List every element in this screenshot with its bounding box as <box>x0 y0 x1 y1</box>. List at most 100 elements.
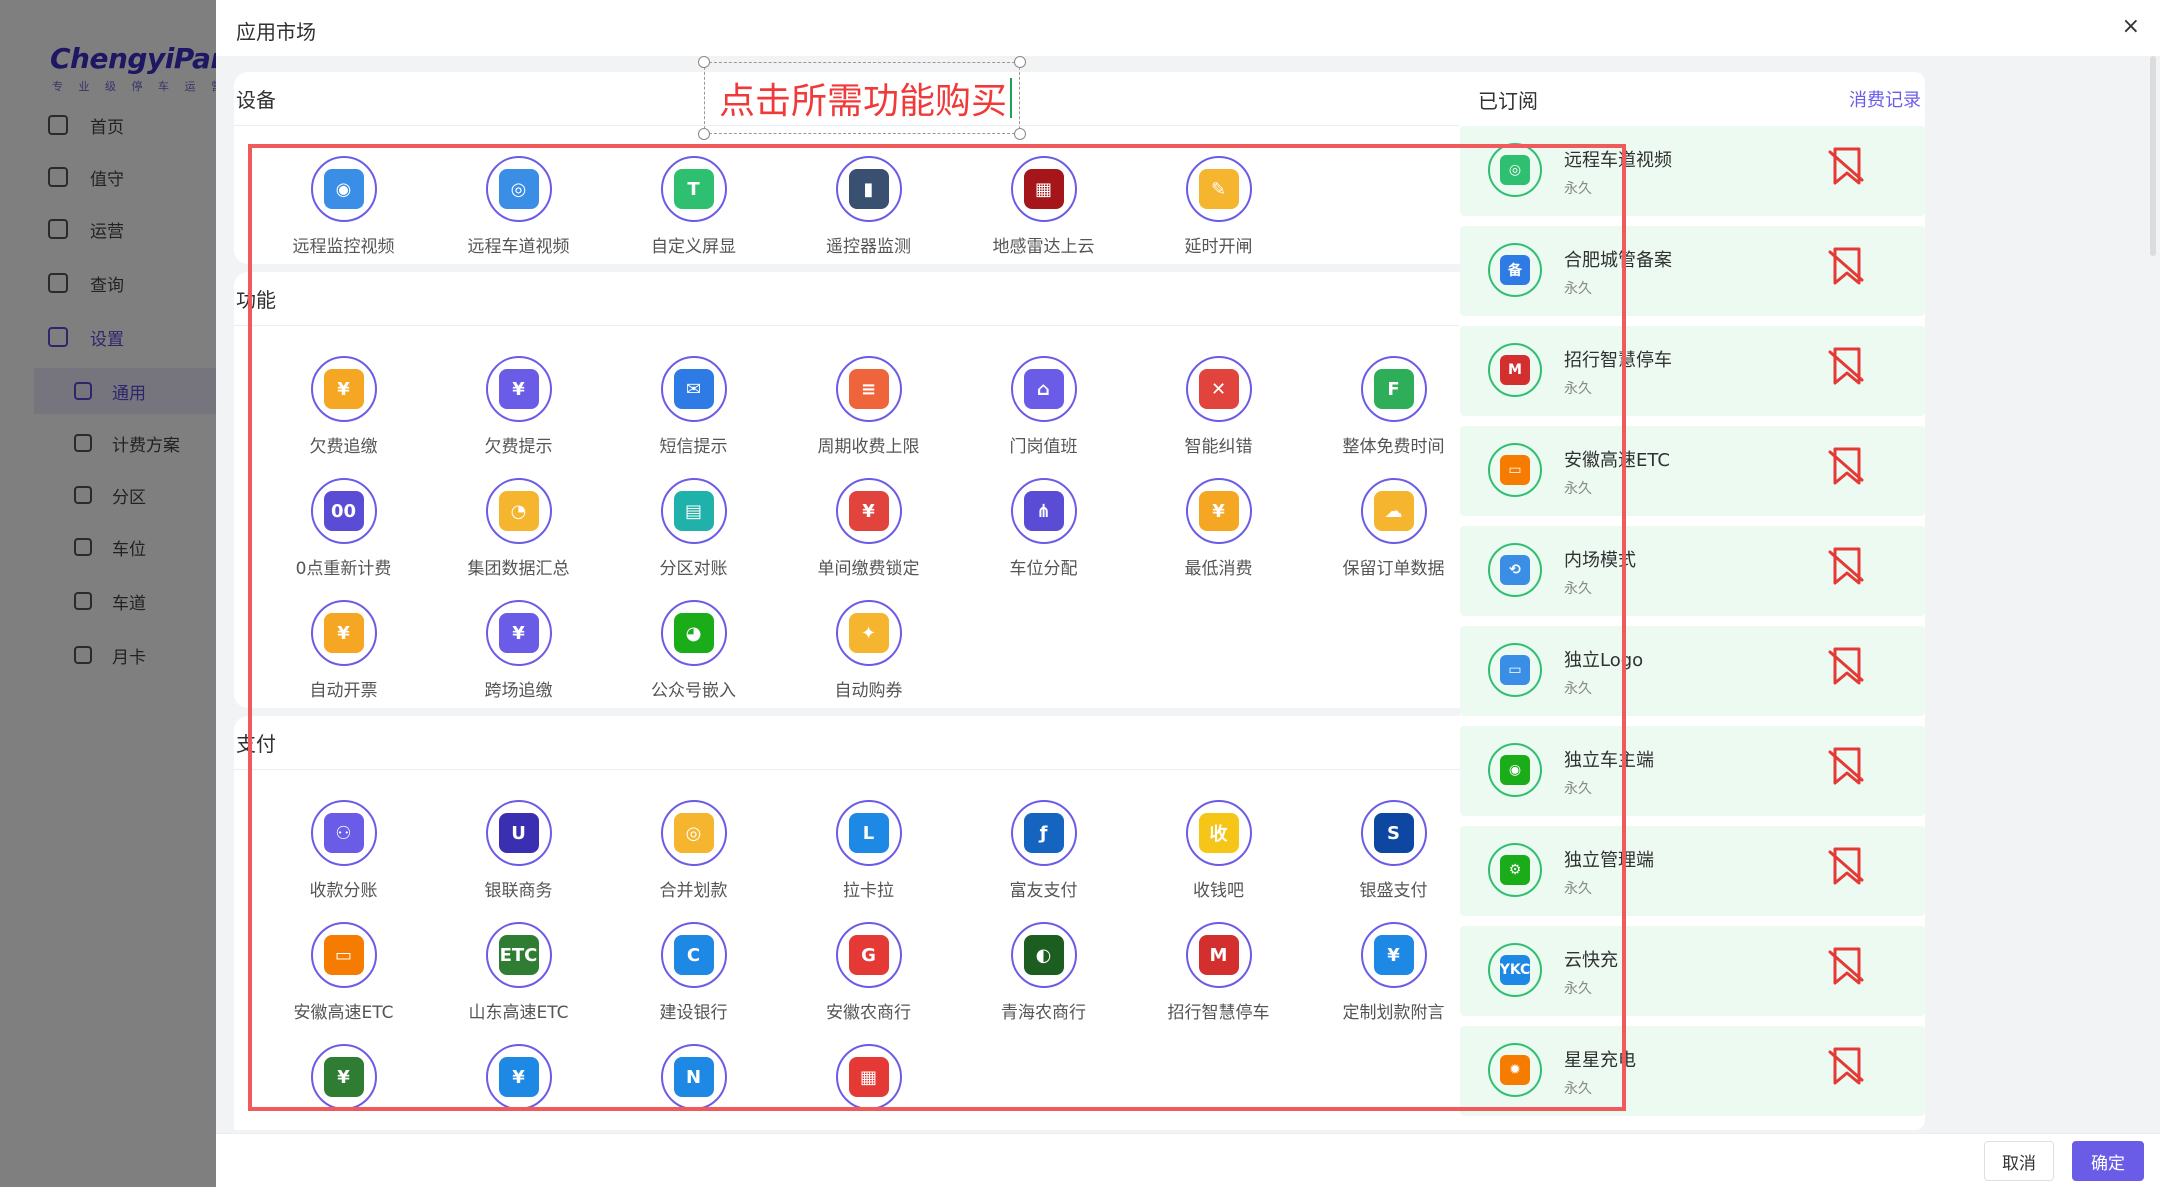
section-title: 设备 <box>236 88 276 112</box>
subscribed-term: 永久 <box>1564 281 1592 297</box>
app-item[interactable]: ¥ 欠费提示 <box>431 350 606 464</box>
unsubscribe-bookmark-icon[interactable] <box>1828 446 1866 486</box>
app-item[interactable]: M 招行智慧停车 <box>1131 916 1306 1030</box>
app-item[interactable]: ▦ <box>781 1038 956 1130</box>
unsubscribe-bookmark-icon[interactable] <box>1828 246 1866 286</box>
app-item[interactable]: ETC 山东高速ETC <box>431 916 606 1030</box>
annotation-textbox[interactable]: 点击所需功能购买 <box>704 62 1020 134</box>
app-item[interactable]: N <box>606 1038 781 1130</box>
calendar-partial-icon: ▦ <box>848 1057 889 1097</box>
app-label: 智能纠错 <box>1184 437 1253 457</box>
app-item[interactable]: 00 0点重新计费 <box>256 472 431 586</box>
app-item[interactable]: ¥ 最低消费 <box>1131 472 1306 586</box>
drawer-footer: 取消 确定 <box>216 1133 2160 1187</box>
app-item[interactable]: L 拉卡拉 <box>781 794 956 908</box>
subscribed-name: 独立车主端 <box>1564 750 1654 771</box>
app-label: 合并划款 <box>659 881 728 901</box>
app-item[interactable]: ⚇ 收款分账 <box>256 794 431 908</box>
app-item[interactable]: ◐ 青海农商行 <box>956 916 1131 1030</box>
app-label: 地感雷达上云 <box>992 237 1095 257</box>
app-item[interactable]: T 自定义屏显 <box>606 150 781 264</box>
scrollbar[interactable] <box>2150 56 2156 256</box>
subscribed-term: 永久 <box>1564 181 1592 197</box>
resize-handle[interactable] <box>1014 128 1026 140</box>
subscribed-icon-frame: YKC <box>1488 943 1542 997</box>
app-icon-frame: ¥ <box>485 356 552 422</box>
app-item[interactable]: C 建设银行 <box>606 916 781 1030</box>
annotation-text: 点击所需功能购买 <box>719 81 1008 122</box>
app-item[interactable]: 收收钱吧 <box>1131 794 1306 908</box>
bank-partial-2-icon: ¥ <box>498 1057 539 1097</box>
custom-remark-icon: ¥ <box>1373 935 1414 975</box>
subscribed-icon-frame: 备 <box>1488 243 1542 297</box>
app-item[interactable]: ¥ <box>256 1038 431 1130</box>
app-item[interactable]: S 银盛支付 <box>1306 794 1481 908</box>
app-item[interactable]: ▭ 安徽高速ETC <box>256 916 431 1030</box>
app-item[interactable]: ◎ 远程车道视频 <box>431 150 606 264</box>
app-market-list: 设备 ◉ 远程监控视频 ◎ 远程车道视频 T 自定义屏显 ▮ 遥控器监测 ▦ 地感雷达上云 ✎ 延时开闸… <box>234 72 1672 1130</box>
app-icon-frame: 00 <box>310 478 377 544</box>
unsubscribe-bookmark-icon[interactable] <box>1828 1046 1866 1086</box>
midnight-reset-icon: 00 <box>323 491 364 531</box>
app-icon-frame: ¥ <box>310 356 377 422</box>
app-label: 欠费追缴 <box>309 437 378 457</box>
fuyou-icon: ƒ <box>1023 813 1064 853</box>
confirm-button[interactable]: 确定 <box>2072 1141 2144 1181</box>
app-item[interactable]: ▦ 地感雷达上云 <box>956 150 1131 264</box>
app-item[interactable]: U 银联商务 <box>431 794 606 908</box>
subscribed-icon-frame: ▭ <box>1488 443 1542 497</box>
app-item[interactable]: ⋔ 车位分配 <box>956 472 1131 586</box>
app-icon-frame: S <box>1360 800 1427 866</box>
star-charge-icon: ✹ <box>1500 1055 1530 1085</box>
app-item[interactable]: ⌂ 门岗值班 <box>956 350 1131 464</box>
resize-handle[interactable] <box>698 128 710 140</box>
consumption-record-link[interactable]: 消费记录 <box>1849 86 1921 112</box>
unsubscribe-bookmark-icon[interactable] <box>1828 846 1866 886</box>
app-item[interactable]: G 安徽农商行 <box>781 916 956 1030</box>
unsubscribe-bookmark-icon[interactable] <box>1828 946 1866 986</box>
yinsheng-icon: S <box>1373 813 1414 853</box>
cancel-button[interactable]: 取消 <box>1984 1141 2054 1181</box>
ccb-icon: C <box>673 935 714 975</box>
app-label: 银联商务 <box>484 881 553 901</box>
app-icon-frame: ◕ <box>660 600 727 666</box>
unsubscribe-bookmark-icon[interactable] <box>1828 346 1866 386</box>
app-item[interactable]: ¥ 自动开票 <box>256 594 431 708</box>
subscribed-icon-frame: ◎ <box>1488 143 1542 197</box>
unsubscribe-bookmark-icon[interactable] <box>1828 746 1866 786</box>
app-item[interactable]: ▮ 遥控器监测 <box>781 150 956 264</box>
subscribed-header: 已订阅 消费记录 <box>1460 72 1925 126</box>
unsubscribe-bookmark-icon[interactable] <box>1828 646 1866 686</box>
unsubscribe-bookmark-icon[interactable] <box>1828 146 1866 186</box>
app-icon-frame: ⚇ <box>310 800 377 866</box>
app-item[interactable]: ¥ 单间缴费锁定 <box>781 472 956 586</box>
app-item[interactable]: ◉ 远程监控视频 <box>256 150 431 264</box>
app-item[interactable]: ¥ 跨场追缴 <box>431 594 606 708</box>
unsubscribe-bookmark-icon[interactable] <box>1828 546 1866 586</box>
cmb-icon: M <box>1500 355 1530 385</box>
close-icon[interactable]: × <box>2122 14 2140 39</box>
app-label: 欠费提示 <box>484 437 553 457</box>
subscribed-name: 独立管理端 <box>1564 850 1654 871</box>
app-item[interactable]: ¥ <box>431 1038 606 1130</box>
app-item[interactable]: ▤ 分区对账 <box>606 472 781 586</box>
app-item[interactable]: ≡ 周期收费上限 <box>781 350 956 464</box>
app-item[interactable]: ◕ 公众号嵌入 <box>606 594 781 708</box>
app-item[interactable]: ✎ 延时开闸 <box>1131 150 1306 264</box>
app-item[interactable]: ✦ 自动购券 <box>781 594 956 708</box>
app-item[interactable]: ¥ 定制划款附言 <box>1306 916 1481 1030</box>
app-item[interactable]: ✉ 短信提示 <box>606 350 781 464</box>
app-item[interactable]: ¥ 欠费追缴 <box>256 350 431 464</box>
app-item[interactable]: ◎ 合并划款 <box>606 794 781 908</box>
app-label: 分区对账 <box>659 559 728 579</box>
fee-cap-icon: ≡ <box>848 369 889 409</box>
subscribed-icon-frame: M <box>1488 343 1542 397</box>
app-item[interactable]: ✕ 智能纠错 <box>1131 350 1306 464</box>
app-item[interactable]: ☁ 保留订单数据 <box>1306 472 1481 586</box>
app-item[interactable]: ◔ 集团数据汇总 <box>431 472 606 586</box>
ykc-icon: YKC <box>1500 955 1530 985</box>
resize-handle[interactable] <box>1014 56 1026 68</box>
app-item[interactable]: ƒ 富友支付 <box>956 794 1131 908</box>
app-item[interactable]: F 整体免费时间 <box>1306 350 1481 464</box>
resize-handle[interactable] <box>698 56 710 68</box>
